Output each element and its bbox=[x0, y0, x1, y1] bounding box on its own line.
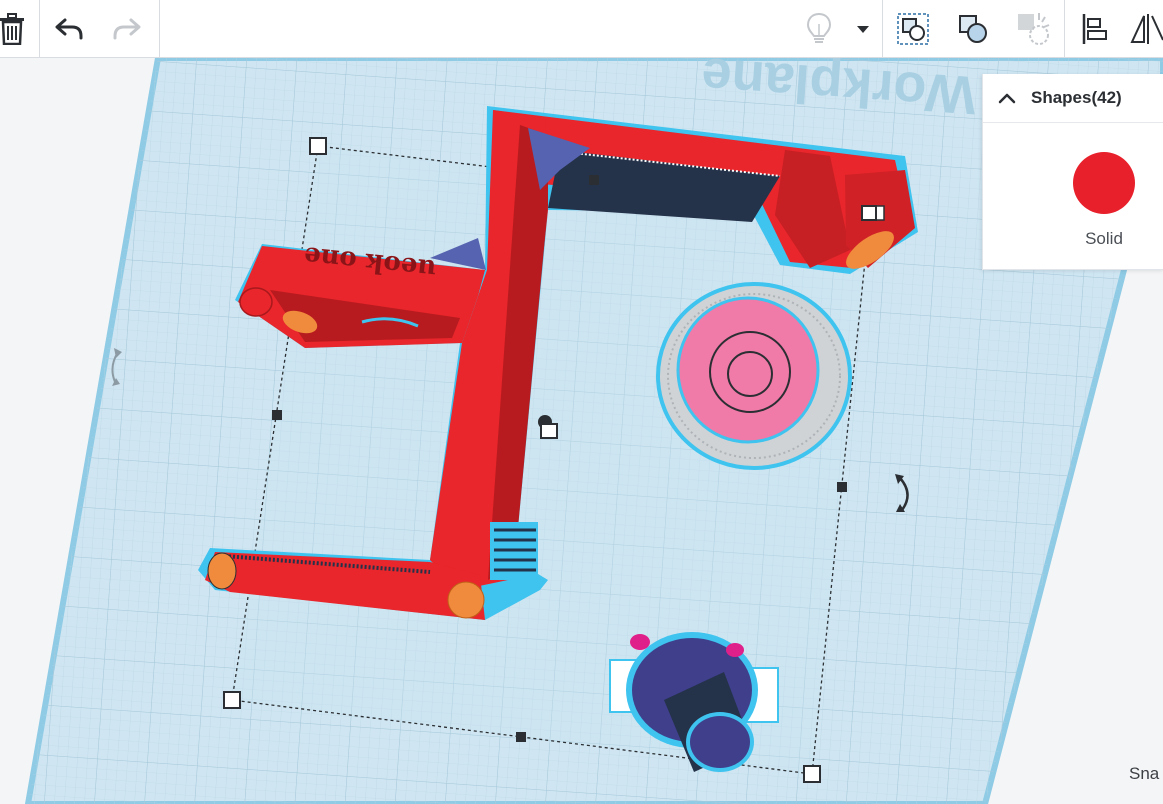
snap-grid-label[interactable]: Sna bbox=[1129, 764, 1159, 784]
mirror-icon bbox=[1130, 13, 1163, 44]
pink-disc-shape[interactable] bbox=[656, 282, 852, 470]
trash-icon bbox=[0, 12, 24, 45]
hole-icon bbox=[1018, 12, 1050, 45]
resize-handle-top-right[interactable] bbox=[861, 205, 877, 221]
resize-handle-top-left[interactable] bbox=[309, 137, 327, 155]
main-toolbar bbox=[0, 0, 1163, 58]
collapse-panel-button[interactable] bbox=[983, 74, 1031, 122]
resize-handle-bottom-right[interactable] bbox=[803, 765, 821, 783]
shapes-panel-title: Shapes(42) bbox=[1031, 88, 1122, 107]
toolbar-separator bbox=[39, 0, 40, 57]
resize-handle-right[interactable] bbox=[837, 482, 847, 492]
shapes-panel-header: Shapes(42) bbox=[983, 74, 1163, 123]
hole-button[interactable] bbox=[1013, 0, 1053, 57]
chevron-up-icon bbox=[998, 93, 1016, 104]
solid-color-button[interactable] bbox=[1073, 152, 1135, 214]
toolbar-separator bbox=[159, 0, 160, 57]
group-button[interactable] bbox=[893, 0, 933, 57]
resize-handle-bottom[interactable] bbox=[516, 732, 526, 742]
undo-button[interactable] bbox=[48, 0, 90, 57]
redo-icon bbox=[113, 18, 141, 39]
lift-handle[interactable] bbox=[540, 423, 558, 439]
toolbar-separator bbox=[882, 0, 883, 57]
redo-button[interactable] bbox=[106, 0, 148, 57]
align-icon bbox=[1082, 13, 1107, 44]
notes-button[interactable] bbox=[800, 0, 838, 57]
ungroup-button[interactable] bbox=[953, 0, 993, 57]
undo-icon bbox=[55, 18, 83, 39]
resize-handle-top[interactable] bbox=[589, 175, 599, 185]
resize-handle-left[interactable] bbox=[272, 410, 282, 420]
align-button[interactable] bbox=[1076, 0, 1112, 57]
delete-button[interactable] bbox=[0, 0, 30, 57]
chevron-down-icon bbox=[857, 25, 869, 33]
group-icon bbox=[897, 12, 929, 45]
mirror-button[interactable] bbox=[1128, 0, 1163, 57]
shapes-panel: Shapes(42) Solid bbox=[982, 74, 1163, 270]
ungroup-icon bbox=[959, 14, 987, 43]
lightbulb-icon bbox=[806, 12, 832, 43]
resize-handle-bottom-left[interactable] bbox=[223, 691, 241, 709]
toolbar-separator bbox=[1064, 0, 1065, 57]
solid-label: Solid bbox=[1085, 229, 1123, 248]
notes-dropdown-button[interactable] bbox=[850, 0, 876, 57]
